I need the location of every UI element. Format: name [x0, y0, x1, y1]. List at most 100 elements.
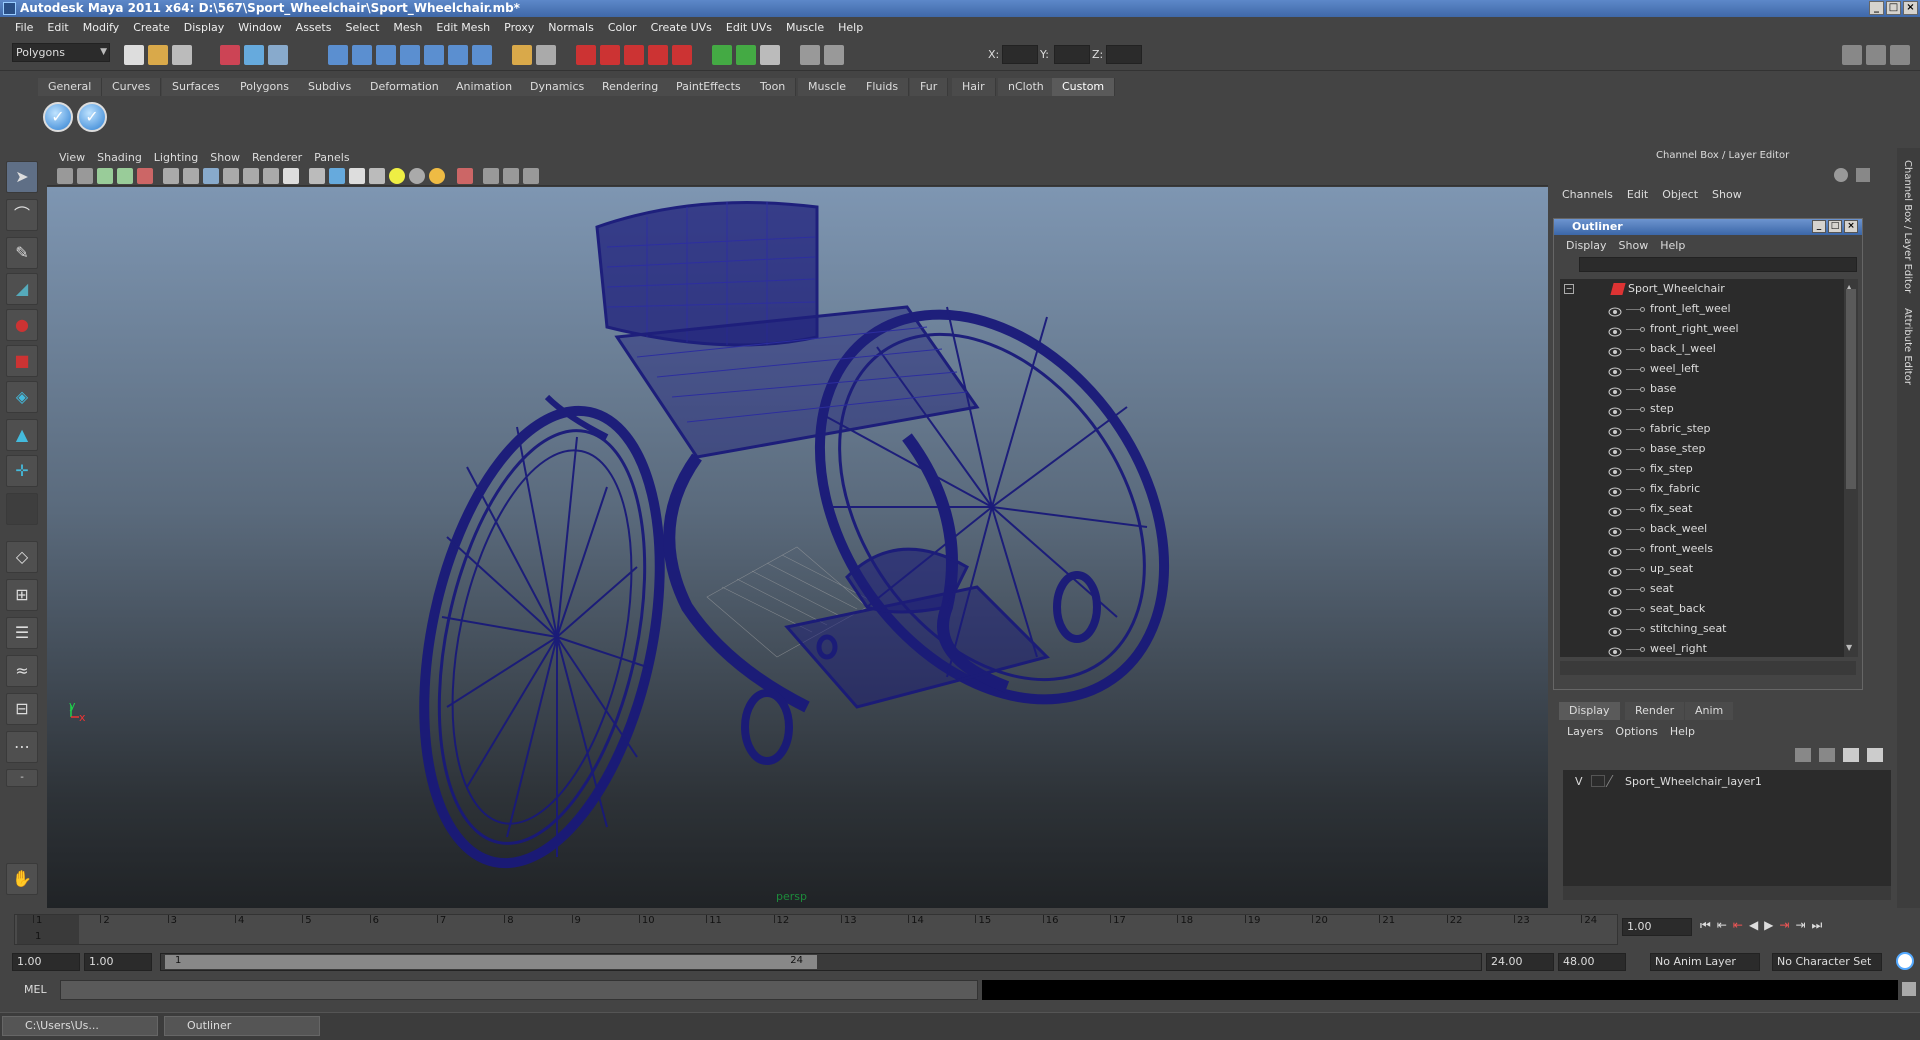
- menu-normals[interactable]: Normals: [541, 21, 601, 34]
- range-slider-handle[interactable]: 1 24: [165, 955, 817, 969]
- menu-edit-uvs[interactable]: Edit UVs: [719, 21, 779, 34]
- pin-icon[interactable]: [1856, 168, 1870, 182]
- camera-select-icon[interactable]: [57, 168, 73, 184]
- bookmark-icon[interactable]: [97, 168, 113, 184]
- layer-menu-layers[interactable]: Layers: [1567, 725, 1603, 738]
- outliner-item[interactable]: stitching_seat: [1560, 619, 1844, 639]
- outliner-menu-display[interactable]: Display: [1560, 239, 1613, 252]
- outliner-minimize-button[interactable]: _: [1812, 220, 1826, 233]
- viewport-menu-renderer[interactable]: Renderer: [246, 151, 308, 164]
- outliner-item[interactable]: base_step: [1560, 439, 1844, 459]
- step-forward-frame-icon[interactable]: ⇥: [1779, 918, 1789, 933]
- outliner-item[interactable]: fabric_step: [1560, 419, 1844, 439]
- menu-create[interactable]: Create: [126, 21, 177, 34]
- lasso-tool-icon[interactable]: ⌒: [6, 199, 38, 231]
- new-scene-icon[interactable]: [124, 45, 144, 65]
- outliner-close-button[interactable]: ×: [1844, 220, 1858, 233]
- xray-components-icon[interactable]: [523, 168, 539, 184]
- image-plane-icon[interactable]: [117, 168, 133, 184]
- sidetab-attribute-editor[interactable]: Attribute Editor: [1902, 308, 1913, 385]
- relative-transform-icon[interactable]: [824, 45, 844, 65]
- 2d-pan-zoom-icon[interactable]: [137, 168, 153, 184]
- x-coordinate-field[interactable]: [1002, 45, 1038, 64]
- snap-grid-icon[interactable]: [328, 45, 348, 65]
- menu-mesh[interactable]: Mesh: [386, 21, 429, 34]
- history-icon[interactable]: [472, 45, 492, 65]
- channel-settings-icon[interactable]: [1834, 168, 1848, 182]
- outliner-list[interactable]: − Sport_Wheelchair front_left_weel front_…: [1560, 279, 1844, 657]
- mode-select[interactable]: Polygons ▼: [12, 43, 110, 62]
- channel-menu-object[interactable]: Object: [1662, 188, 1698, 201]
- shelf-tab-toon[interactable]: Toon: [750, 78, 797, 96]
- menu-help[interactable]: Help: [831, 21, 870, 34]
- viewport-canvas[interactable]: y x: [47, 187, 1548, 908]
- menu-muscle[interactable]: Muscle: [779, 21, 831, 34]
- outliner-item[interactable]: seat: [1560, 579, 1844, 599]
- menu-file[interactable]: File: [8, 21, 40, 34]
- shelf-tab-fluids[interactable]: Fluids: [856, 78, 910, 96]
- minimized-window-outliner[interactable]: Outliner: [164, 1016, 320, 1036]
- shelf-tab-polygons[interactable]: Polygons: [230, 78, 300, 96]
- last-tool-icon[interactable]: [6, 493, 38, 525]
- key-icon[interactable]: [1896, 952, 1914, 970]
- outliner-item[interactable]: up_seat: [1560, 559, 1844, 579]
- select-object-icon[interactable]: [244, 45, 264, 65]
- more-layouts-icon[interactable]: -: [6, 769, 38, 787]
- outliner-item[interactable]: step: [1560, 399, 1844, 419]
- outliner-item[interactable]: fix_fabric: [1560, 479, 1844, 499]
- scale-tool-icon[interactable]: ■: [6, 345, 38, 377]
- film-gate-icon[interactable]: [183, 168, 199, 184]
- shadows-icon[interactable]: [429, 168, 445, 184]
- camera-attributes-icon[interactable]: [77, 168, 93, 184]
- field-chart-icon[interactable]: [243, 168, 259, 184]
- hypershade-icon[interactable]: [648, 45, 668, 65]
- textured-icon[interactable]: [369, 168, 385, 184]
- maximize-button[interactable]: □: [1886, 1, 1901, 15]
- snap-view-icon[interactable]: [448, 45, 468, 65]
- viewport-menu-shading[interactable]: Shading: [91, 151, 148, 164]
- shelf-tab-curves[interactable]: Curves: [102, 78, 162, 96]
- grid-icon[interactable]: [163, 168, 179, 184]
- outliner-search-field[interactable]: [1579, 257, 1857, 272]
- viewport-menu-lighting[interactable]: Lighting: [148, 151, 204, 164]
- render-view-icon[interactable]: [672, 45, 692, 65]
- anim-layer-select[interactable]: No Anim Layer: [1650, 953, 1760, 971]
- outliner-item[interactable]: back_l_weel: [1560, 339, 1844, 359]
- animation-start-field[interactable]: 1.00: [12, 953, 80, 971]
- snap-surface-icon[interactable]: [424, 45, 444, 65]
- layer-row[interactable]: V Sport_Wheelchair_layer1: [1563, 772, 1891, 790]
- shelf-tab-general[interactable]: General: [38, 78, 103, 96]
- menu-modify[interactable]: Modify: [76, 21, 126, 34]
- outliner-item[interactable]: front_weels: [1560, 539, 1844, 559]
- channel-toggle-icon[interactable]: [712, 45, 732, 65]
- four-view-layout-icon[interactable]: ⊞: [6, 579, 38, 611]
- close-button[interactable]: ×: [1903, 1, 1918, 15]
- attribute-toggle-icon[interactable]: [760, 45, 780, 65]
- time-slider[interactable]: 1 1 2 3 4 5 6 7 8 9 10 11 12 13 14 15 16 17 18 19 20 21 22 23 2…: [14, 914, 1618, 945]
- shelf-tab-custom[interactable]: Custom: [1052, 78, 1116, 96]
- y-coordinate-field[interactable]: [1054, 45, 1090, 64]
- move-layer-down-icon[interactable]: [1819, 748, 1835, 762]
- render-icon[interactable]: [576, 45, 596, 65]
- quick-layout-icon[interactable]: ✋: [6, 863, 38, 895]
- menu-edit[interactable]: Edit: [40, 21, 75, 34]
- paint-select-icon[interactable]: ✎: [6, 237, 38, 269]
- go-to-start-icon[interactable]: ⏮: [1700, 918, 1711, 933]
- play-forwards-icon[interactable]: ▶: [1764, 918, 1773, 933]
- sidetab-channel-box[interactable]: Channel Box / Layer Editor: [1902, 160, 1913, 293]
- script-editor-icon[interactable]: [1902, 982, 1916, 996]
- soft-mod-icon[interactable]: ▲: [6, 419, 38, 451]
- default-lighting-icon[interactable]: [389, 168, 405, 184]
- menu-assets[interactable]: Assets: [289, 21, 339, 34]
- snap-point-icon[interactable]: [376, 45, 396, 65]
- layer-type-toggle[interactable]: [1591, 775, 1605, 787]
- minimized-window-output[interactable]: C:\Users\Us...: [2, 1016, 158, 1036]
- save-scene-icon[interactable]: [172, 45, 192, 65]
- collapse-icon[interactable]: −: [1564, 284, 1574, 294]
- minimize-button[interactable]: _: [1869, 1, 1884, 15]
- channel-menu-edit[interactable]: Edit: [1627, 188, 1648, 201]
- resolution-gate-icon[interactable]: [203, 168, 219, 184]
- playback-start-field[interactable]: 1.00: [84, 953, 152, 971]
- layer-toggle-icon[interactable]: [736, 45, 756, 65]
- viewport-menu-view[interactable]: View: [53, 151, 91, 164]
